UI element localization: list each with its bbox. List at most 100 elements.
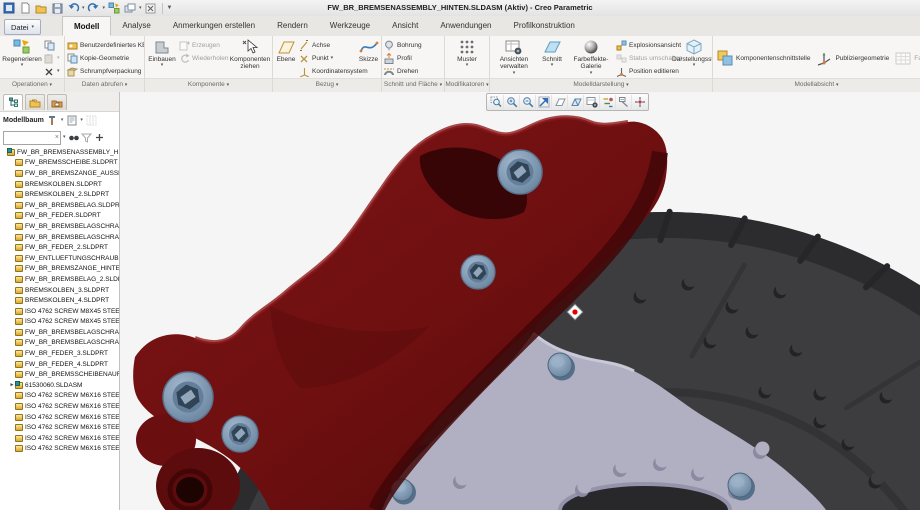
position-editieren-button[interactable]: Position editieren bbox=[615, 65, 675, 78]
tree-item[interactable]: ISO 4762 SCREW M6X16 STEEL bbox=[0, 444, 119, 455]
wiederholen-button[interactable]: Wiederholen bbox=[178, 52, 230, 65]
familientabelle-button[interactable]: Familientabelle bbox=[892, 51, 920, 65]
kopie-geometrie-button[interactable]: Kopie-Geometrie bbox=[66, 52, 144, 65]
zoom-out-icon[interactable] bbox=[520, 95, 536, 109]
spin-center-icon[interactable] bbox=[632, 95, 647, 109]
tab-ansicht[interactable]: Ansicht bbox=[381, 16, 429, 36]
favorites-tab[interactable] bbox=[47, 94, 67, 110]
regenerieren-button[interactable]: Regenerieren ▾ bbox=[1, 37, 43, 79]
schrumpfverpackung-button[interactable]: Schrumpfverpackung bbox=[66, 65, 144, 78]
farbeffekte-galerie-button[interactable]: Farbeffekte-Galerie ▾ bbox=[567, 37, 615, 79]
tree-item[interactable]: ISO 4762 SCREW M6X16 STEEL bbox=[0, 422, 119, 433]
tree-item[interactable]: FW_BR_BREMSBELAGSCHRAUBE.SLDPRT bbox=[0, 221, 119, 232]
display-style-icon[interactable] bbox=[568, 95, 584, 109]
tree-item[interactable]: FW_BR_FEDER.SLDPRT bbox=[0, 211, 119, 222]
tree-item[interactable]: ISO 4762 SCREW M6X16 STEEL bbox=[0, 433, 119, 444]
tree-item[interactable]: FW_BR_BREMSZANGE_HINTEN.SLDPRT bbox=[0, 264, 119, 275]
komponenten-ziehen-button[interactable]: Komponenten ziehen bbox=[230, 37, 270, 79]
group-label-modelldarstellung[interactable]: Modelldarstellung ▾ bbox=[490, 78, 712, 92]
tree-item[interactable]: ISO 4762 SCREW M6X16 STEEL bbox=[0, 391, 119, 402]
tree-item[interactable]: FW_BR_FEDER_2.SLDPRT bbox=[0, 242, 119, 253]
group-label-schnitt-und-flaeche[interactable]: Schnitt und Fläche ▾ bbox=[382, 78, 444, 92]
delete-button[interactable]: ▾ bbox=[43, 65, 63, 78]
saved-views-icon[interactable] bbox=[584, 95, 600, 109]
benutzerdefiniertes-ke-button[interactable]: Benutzerdefiniertes KE bbox=[66, 39, 144, 52]
tree-item[interactable]: FW_BR_BREMSSCHEIBENAUFNAHME.SLDPRT bbox=[0, 369, 119, 380]
tree-item[interactable]: BREMSKOLBEN_2.SLDPRT bbox=[0, 189, 119, 200]
achse-button[interactable]: Achse bbox=[298, 39, 356, 52]
zoom-in-icon[interactable] bbox=[504, 95, 520, 109]
caliper-bolt[interactable] bbox=[461, 255, 495, 289]
dropdown-arrow-icon[interactable]: ▾ bbox=[61, 118, 64, 123]
expand-all-icon[interactable] bbox=[94, 132, 105, 143]
tree-item[interactable]: ISO 4762 SCREW M6X16 STEEL bbox=[0, 401, 119, 412]
find-icon[interactable] bbox=[68, 132, 79, 143]
datum-display-filters-icon[interactable] bbox=[600, 95, 616, 109]
tab-werkzeuge[interactable]: Werkzeuge bbox=[319, 16, 381, 36]
einbauen-button[interactable]: Einbauen ▾ bbox=[146, 37, 178, 79]
tree-item[interactable]: FW_BR_BREMSBELAG_2.SLDPRT bbox=[0, 274, 119, 285]
tab-analyse[interactable]: Analyse bbox=[111, 16, 161, 36]
tree-item[interactable]: ISO 4762 SCREW M8X45 STEEL bbox=[0, 317, 119, 328]
tree-item[interactable]: BREMSKOLBEN.SLDPRT bbox=[0, 179, 119, 190]
dropdown-arrow-icon[interactable]: ▾ bbox=[80, 118, 83, 123]
model-tree-tab[interactable] bbox=[3, 94, 23, 110]
muster-button[interactable]: Muster ▾ bbox=[447, 37, 487, 79]
annotation-display-icon[interactable] bbox=[616, 95, 632, 109]
graphics-viewport[interactable] bbox=[120, 92, 920, 510]
tree-item[interactable]: FW_BR_BREMSZANGE_AUSSEN.SLDPRT bbox=[0, 168, 119, 179]
group-label-daten-abrufen[interactable]: Daten abrufen ▾ bbox=[65, 78, 144, 92]
tree-item[interactable]: BREMSKOLBEN_4.SLDPRT bbox=[0, 295, 119, 306]
tree-display-icon[interactable] bbox=[66, 115, 77, 126]
zoom-region-icon[interactable] bbox=[488, 95, 504, 109]
group-label-modellabsicht[interactable]: Modellabsicht ▾ bbox=[713, 78, 920, 92]
tab-modell[interactable]: Modell bbox=[62, 16, 111, 36]
tree-item[interactable]: FW_BR_BREMSBELAG.SLDPRT bbox=[0, 200, 119, 211]
tree-item[interactable]: FW_ENTLUEFTUNGSCHRAUBE_1.SLDPRT bbox=[0, 253, 119, 264]
tree-item[interactable]: FW_BR_BREMSBELAGSCHRAUBE.SLDPRT bbox=[0, 232, 119, 243]
publiziergeometrie-button[interactable]: Publiziergeometrie bbox=[813, 50, 892, 66]
tree-item[interactable]: ►61530060.SLDASM bbox=[0, 380, 119, 391]
paste-button[interactable]: ▾ bbox=[43, 52, 63, 65]
tree-item[interactable]: ISO 4762 SCREW M8X45 STEEL bbox=[0, 306, 119, 317]
punkt-button[interactable]: Punkt▾ bbox=[298, 52, 356, 65]
tab-rendern[interactable]: Rendern bbox=[266, 16, 319, 36]
tree-item[interactable]: BREMSKOLBEN_3.SLDPRT bbox=[0, 285, 119, 296]
file-menu-button[interactable]: Datei▾ bbox=[4, 19, 41, 35]
tree-search-input[interactable] bbox=[4, 132, 60, 144]
caliper-bolt[interactable] bbox=[163, 372, 213, 422]
group-label-komponente[interactable]: Komponente ▾ bbox=[145, 78, 272, 92]
tab-anwendungen[interactable]: Anwendungen bbox=[429, 16, 502, 36]
caliper-bolt[interactable] bbox=[498, 150, 542, 194]
ebene-button[interactable]: Ebene bbox=[274, 37, 298, 79]
copy-button[interactable] bbox=[43, 39, 63, 52]
komponentenschnittstelle-button[interactable]: Komponentenschnittstelle bbox=[714, 50, 813, 66]
tree-item[interactable]: FW_BR_FEDER_4.SLDPRT bbox=[0, 359, 119, 370]
profil-button[interactable]: Profil bbox=[383, 52, 443, 65]
explosionsansicht-button[interactable]: Explosionsansicht bbox=[615, 39, 675, 52]
drehen-button[interactable]: Drehen bbox=[383, 65, 443, 78]
tree-settings-icon[interactable] bbox=[47, 115, 58, 126]
erzeugen-button[interactable]: Erzeugen bbox=[178, 39, 230, 52]
tree-item[interactable]: ISO 4762 SCREW M6X16 STEEL bbox=[0, 412, 119, 423]
koordinatensystem-button[interactable]: Koordinatensystem bbox=[298, 65, 356, 78]
tab-anmerkungen-erstellen[interactable]: Anmerkungen erstellen bbox=[162, 16, 266, 36]
group-label-bezug[interactable]: Bezug ▾ bbox=[273, 78, 381, 92]
tab-profilkonstruktion[interactable]: Profilkonstruktion bbox=[503, 16, 586, 36]
status-umschalten-button[interactable]: Status umschalten bbox=[615, 52, 675, 65]
tree-item[interactable]: FW_BREMSSCHEIBE.SLDPRT bbox=[0, 158, 119, 169]
folder-browser-tab[interactable] bbox=[25, 94, 45, 110]
schnitt-button[interactable]: Schnitt ▾ bbox=[537, 37, 567, 79]
tree-columns-icon[interactable] bbox=[86, 115, 97, 126]
tree-item[interactable]: FW_BR_BREMSBELAGSCHRAUBE.SLDPRT bbox=[0, 327, 119, 338]
group-label-operationen[interactable]: Operationen ▾ bbox=[0, 78, 64, 92]
dropdown-arrow-icon[interactable]: ▾ bbox=[63, 135, 66, 140]
caliper-bolt[interactable] bbox=[222, 416, 258, 452]
skizze-button[interactable]: Skizze bbox=[356, 37, 381, 79]
bohrung-button[interactable]: Bohrung bbox=[383, 39, 443, 52]
repaint-icon[interactable] bbox=[552, 95, 568, 109]
ansichten-verwalten-button[interactable]: Ansichten verwalten ▾ bbox=[491, 37, 537, 79]
refit-icon[interactable] bbox=[536, 95, 552, 109]
tree-item[interactable]: FW_BR_BREMSBELAGSCHRAUBE.SLDPRT bbox=[0, 338, 119, 349]
3d-model-canvas[interactable] bbox=[120, 92, 920, 510]
